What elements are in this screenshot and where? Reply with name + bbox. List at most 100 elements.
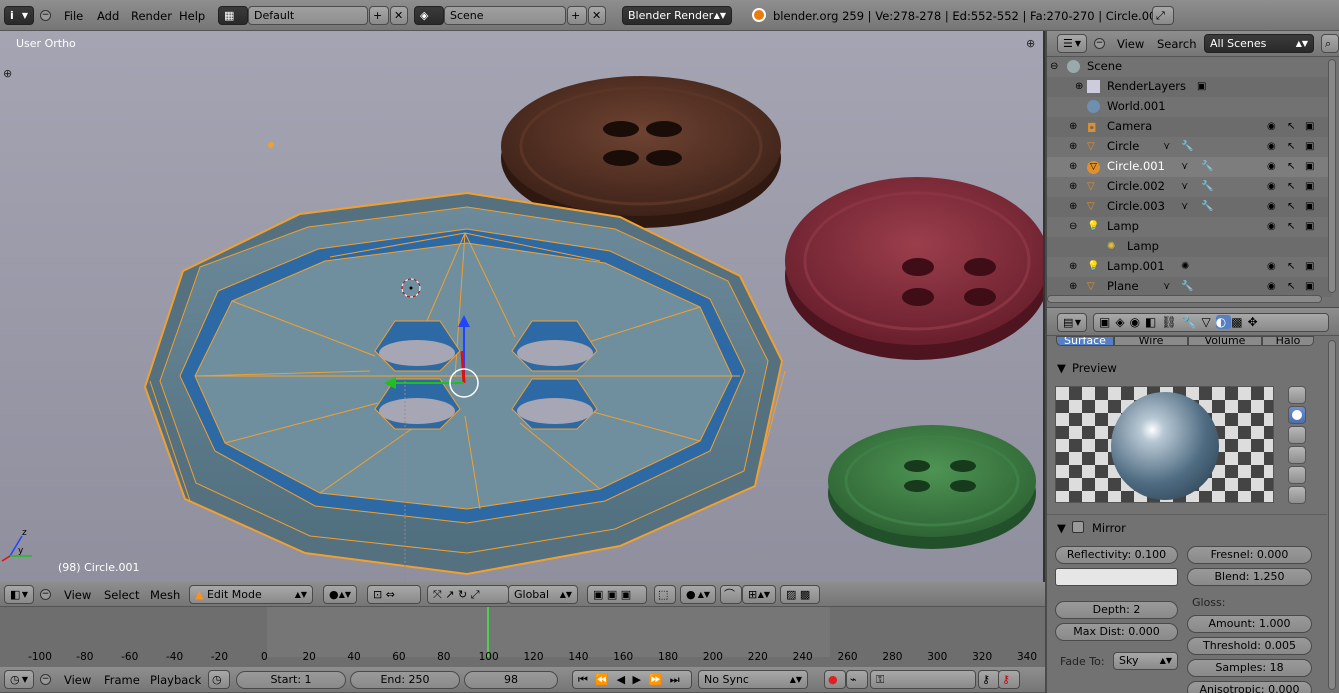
tab-wire[interactable]: Wire xyxy=(1114,336,1188,346)
preview-hair-icon[interactable] xyxy=(1288,466,1306,484)
tab-volume[interactable]: Volume xyxy=(1188,336,1262,346)
keying-set-field[interactable]: ⚿ xyxy=(870,670,976,689)
outliner-row-active[interactable]: ⊕ ▽ Circle.001 ⋎ 🔧 ◉ ↖ ▣ xyxy=(1047,157,1332,177)
select-cursor-icon[interactable]: ↖ xyxy=(1287,261,1295,272)
reflectivity-field[interactable]: Reflectivity: 0.100 xyxy=(1055,546,1178,564)
outliner-row[interactable]: ⊕ ◘ Camera ◉ ↖ ▣ xyxy=(1047,117,1332,137)
add-screen-icon[interactable]: + xyxy=(369,6,389,25)
visibility-eye-icon[interactable]: ◉ xyxy=(1267,121,1276,132)
snap-toggle-icon[interactable]: ⌒ xyxy=(720,585,742,604)
outliner-row[interactable]: ⊖ Scene xyxy=(1047,57,1332,77)
keying-icon[interactable]: ⌁ xyxy=(846,670,868,689)
collapse-view-menu-icon[interactable]: − xyxy=(40,589,51,600)
expand-icon[interactable]: ⊕ xyxy=(1075,81,1083,92)
render-camera-icon[interactable]: ▣ xyxy=(1305,221,1314,232)
collapse-outliner-menu-icon[interactable]: − xyxy=(1094,38,1105,49)
expand-icon[interactable]: ⊕ xyxy=(1069,281,1077,292)
outliner-menu-search[interactable]: Search xyxy=(1157,36,1197,52)
preview-collapse-icon[interactable]: ▼ xyxy=(1057,360,1066,376)
select-cursor-icon[interactable]: ↖ xyxy=(1287,281,1295,292)
outliner-row[interactable]: ⊕ ▽ Plane ⋎ 🔧 ◉ ↖ ▣ xyxy=(1047,277,1332,297)
preview-sky-icon[interactable] xyxy=(1288,486,1306,504)
material-tab-icon[interactable]: ◐ xyxy=(1215,315,1232,329)
max-dist-field[interactable]: Max Dist: 0.000 xyxy=(1055,623,1178,641)
render-engine-dropdown[interactable]: Blender Render ▲▼ xyxy=(622,6,732,25)
expand-icon[interactable]: ⊕ xyxy=(1069,201,1077,212)
expand-icon[interactable]: ⊕ xyxy=(1069,261,1077,272)
scene-icon[interactable]: ◈ xyxy=(414,6,444,25)
visibility-eye-icon[interactable]: ◉ xyxy=(1267,281,1276,292)
outliner-row[interactable]: ⊕ ▽ Circle.002 ⋎ 🔧 ◉ ↖ ▣ xyxy=(1047,177,1332,197)
info-editor-type-button[interactable]: i ▼ xyxy=(4,6,34,25)
outliner-tree[interactable]: ⊖ Scene ⊕ RenderLayers ▣ World.001 ⊕ ◘ C… xyxy=(1047,57,1339,307)
pivot-and-manipulator-icon[interactable]: ⊡ ⇔ xyxy=(367,585,421,604)
viewport-shading-dropdown[interactable]: ● ▲▼ xyxy=(323,585,357,604)
outliner-display-mode-dropdown[interactable]: All Scenes ▲▼ xyxy=(1204,34,1314,53)
select-cursor-icon[interactable]: ↖ xyxy=(1287,161,1295,172)
menu-file[interactable]: File xyxy=(64,8,83,24)
fade-to-dropdown[interactable]: Sky ▲▼ xyxy=(1113,652,1178,670)
select-cursor-icon[interactable]: ↖ xyxy=(1287,201,1295,212)
render-camera-icon[interactable]: ▣ xyxy=(1305,201,1314,212)
expand-icon[interactable]: ⊕ xyxy=(1069,161,1077,172)
snap-element-dropdown[interactable]: ⊞ ▲▼ xyxy=(742,585,776,604)
editor-type-timeline-button[interactable]: ◷ ▼ xyxy=(4,670,34,689)
transform-orientation-dropdown[interactable]: Global ▲▼ xyxy=(508,585,578,604)
render-camera-icon[interactable]: ▣ xyxy=(1305,281,1314,292)
timeline-area[interactable]: -100 -80 -60 -40 -20 0 20 40 60 80 100 120 140 160 180… xyxy=(0,607,1045,667)
tab-surface[interactable]: Surface xyxy=(1056,336,1114,346)
fullscreen-icon[interactable]: ⤢ xyxy=(1152,6,1174,25)
menu-select[interactable]: Select xyxy=(104,587,139,603)
render-camera-icon[interactable]: ▣ xyxy=(1305,261,1314,272)
outliner-menu-view[interactable]: View xyxy=(1117,36,1144,52)
collapse-icon[interactable]: ⊖ xyxy=(1050,61,1058,72)
properties-context-tabs[interactable]: ▣◈◉◧⛓🔧▽◐▩✥ xyxy=(1093,313,1329,332)
record-icon[interactable]: ● xyxy=(824,670,846,689)
visibility-eye-icon[interactable]: ◉ xyxy=(1267,221,1276,232)
screen-layout-field[interactable]: Default xyxy=(248,6,368,25)
preview-panel-title[interactable]: Preview xyxy=(1072,360,1117,376)
add-scene-icon[interactable]: + xyxy=(567,6,587,25)
remove-screen-icon[interactable]: ✕ xyxy=(390,6,408,25)
outliner-search-icon[interactable]: ⌕ xyxy=(1321,34,1339,53)
visibility-eye-icon[interactable]: ◉ xyxy=(1267,161,1276,172)
outliner-row[interactable]: ⊕ ▽ Circle.003 ⋎ 🔧 ◉ ↖ ▣ xyxy=(1047,197,1332,217)
outliner-row[interactable]: ⊖ 💡 Lamp ◉ ↖ ▣ xyxy=(1047,217,1332,237)
outliner-row[interactable]: World.001 xyxy=(1047,97,1332,117)
visibility-eye-icon[interactable]: ◉ xyxy=(1267,181,1276,192)
limit-selection-icon[interactable]: ⬚ xyxy=(654,585,676,604)
render-camera-icon[interactable]: ▣ xyxy=(1305,141,1314,152)
gloss-amount-field[interactable]: Amount: 1.000 xyxy=(1187,615,1312,633)
proportional-editing-dropdown[interactable]: ● ▲▼ xyxy=(680,585,716,604)
preview-cube-icon[interactable] xyxy=(1288,426,1306,444)
visibility-eye-icon[interactable]: ◉ xyxy=(1267,201,1276,212)
render-camera-icon[interactable]: ▣ xyxy=(1305,161,1314,172)
visibility-eye-icon[interactable]: ◉ xyxy=(1267,141,1276,152)
insert-keyframe-icon[interactable]: ⚷ xyxy=(978,670,1000,689)
menu-help[interactable]: Help xyxy=(179,8,205,24)
tab-halo[interactable]: Halo xyxy=(1262,336,1314,346)
expand-icon[interactable]: ⊕ xyxy=(1069,181,1077,192)
render-camera-icon[interactable]: ▣ xyxy=(1305,181,1314,192)
properties-vertical-scrollbar[interactable] xyxy=(1328,340,1336,690)
outliner-row[interactable]: ⊕ ▽ Circle ⋎ 🔧 ◉ ↖ ▣ xyxy=(1047,137,1332,157)
scene-field[interactable]: Scene xyxy=(444,6,566,25)
editor-type-properties-button[interactable]: ▤ ▼ xyxy=(1057,313,1087,332)
mirror-enable-checkbox[interactable] xyxy=(1072,521,1084,533)
menu-frame[interactable]: Frame xyxy=(104,672,140,688)
select-cursor-icon[interactable]: ↖ xyxy=(1287,181,1295,192)
menu-view[interactable]: View xyxy=(64,587,91,603)
playback-controls[interactable]: ⏮ ⏪ ◀ ▶ ⏩ ⏭ xyxy=(572,670,692,689)
render-snapshot-icon[interactable]: ▨ ▩ xyxy=(780,585,820,604)
current-frame-field[interactable]: 98 xyxy=(464,671,558,689)
mode-dropdown[interactable]: ▲ Edit Mode ▲▼ xyxy=(189,585,313,604)
end-frame-field[interactable]: End: 250 xyxy=(350,671,460,689)
outliner-row[interactable]: ⊕ RenderLayers ▣ xyxy=(1047,77,1332,97)
preview-sphere-icon[interactable] xyxy=(1288,406,1306,424)
sync-mode-dropdown[interactable]: No Sync ▲▼ xyxy=(698,670,808,689)
gloss-samples-field[interactable]: Samples: 18 xyxy=(1187,659,1312,677)
gloss-anisotropic-field[interactable]: Anisotropic: 0.000 xyxy=(1187,681,1312,693)
preview-monkey-icon[interactable] xyxy=(1288,446,1306,464)
screen-layout-icon[interactable]: ▦ xyxy=(218,6,248,25)
collapse-menu-icon[interactable]: − xyxy=(40,10,51,21)
